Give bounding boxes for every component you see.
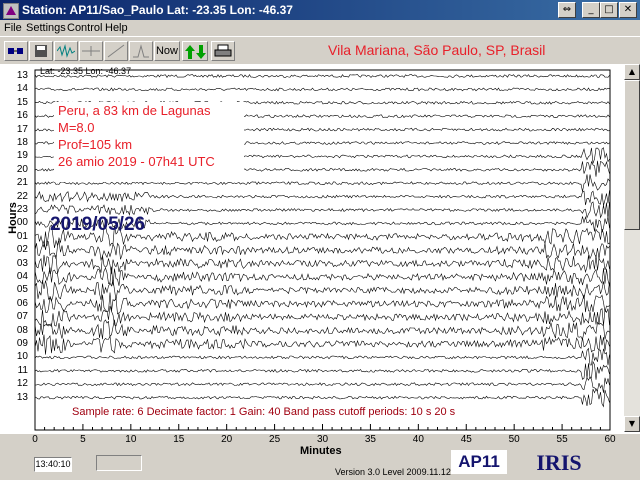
date-stamp: 2019/05/26 — [50, 214, 146, 235]
acquisition-params: Sample rate: 6 Decimate factor: 1 Gain: … — [72, 406, 456, 418]
hour-tick-label: 08 — [16, 324, 28, 336]
minute-tick-label: 20 — [221, 434, 233, 445]
event-location: Peru, a 83 km de Lagunas — [58, 103, 211, 118]
hour-tick-label: 06 — [16, 297, 28, 309]
trace-view-button[interactable] — [54, 41, 78, 61]
minute-tick-label: 45 — [460, 434, 472, 445]
pick-tool-button[interactable] — [79, 41, 103, 61]
close-button[interactable]: ✕ — [619, 2, 637, 18]
hour-tick-label: 14 — [16, 83, 28, 95]
menu-bar: File Settings Control Help — [0, 20, 640, 36]
seismogram-icon — [57, 44, 75, 58]
minute-tick-label: 55 — [556, 434, 568, 445]
title-bar: Station: AP11/Sao_Paulo Lat: -23.35 Lon:… — [0, 0, 640, 20]
spectrum-icon — [133, 44, 149, 58]
minute-tick-label: 25 — [269, 434, 281, 445]
iris-logo: IRIS — [536, 450, 582, 475]
event-depth: Prof=105 km — [58, 137, 133, 152]
hour-tick-label: 10 — [16, 351, 28, 363]
event-time: 26 amio 2019 - 07h41 UTC — [58, 154, 215, 169]
minute-tick-label: 35 — [364, 434, 376, 445]
up-down-arrows-icon — [185, 45, 206, 59]
trace-line — [34, 266, 610, 286]
scroll-down-icon[interactable]: ▼ — [624, 416, 640, 432]
trace-line — [34, 292, 610, 315]
hour-tick-label: 13 — [16, 391, 28, 403]
minute-tick-label: 15 — [173, 434, 185, 445]
trace-line — [34, 376, 610, 393]
disk-icon — [35, 45, 47, 57]
menu-control[interactable]: Control — [67, 22, 102, 34]
status-field — [96, 455, 142, 471]
minute-tick-label: 50 — [508, 434, 520, 445]
hour-tick-label: 15 — [16, 96, 28, 108]
plot-latlon: Lat: -23.35 Lon: -46.37 — [40, 66, 132, 76]
maximize-button[interactable]: □ — [600, 2, 618, 18]
printer-icon — [214, 44, 232, 57]
print-button[interactable] — [211, 41, 235, 61]
station-code-badge: AP11 — [451, 450, 507, 474]
hour-tick-label: 11 — [17, 364, 28, 376]
minute-tick-label: 5 — [80, 434, 86, 445]
minutes-axis-label: Minutes — [300, 445, 342, 457]
trace-line — [34, 87, 610, 92]
hour-tick-label: 21 — [16, 177, 28, 189]
hour-tick-label: 04 — [16, 271, 28, 282]
hour-tick-label: 12 — [16, 378, 28, 390]
menu-file[interactable]: File — [4, 22, 22, 34]
resize-button[interactable]: ⇔ — [558, 2, 576, 18]
minimize-button[interactable]: _ — [582, 2, 600, 18]
vertical-scrollbar[interactable]: ▲ ▼ — [624, 64, 640, 432]
hour-tick-label: 18 — [16, 137, 28, 148]
trace-line — [34, 388, 610, 408]
window-title: Station: AP11/Sao_Paulo Lat: -23.35 Lon:… — [22, 3, 293, 17]
minute-tick-label: 30 — [316, 434, 329, 445]
hour-tick-label: 03 — [16, 257, 28, 269]
event-annotation: Peru, a 83 km de Lagunas M=8.0 Prof=105 … — [54, 102, 244, 182]
hour-tick-label: 01 — [16, 230, 28, 242]
minute-tick-label: 0 — [32, 434, 38, 445]
trace-line — [34, 360, 610, 380]
pick-icon — [82, 46, 100, 56]
hour-tick-label: 13 — [16, 70, 28, 81]
trace-line — [34, 190, 610, 206]
version-label: Version 3.0 Level 2009.11.12 — [335, 467, 451, 477]
hour-tick-label: 07 — [16, 311, 28, 323]
trace-line — [34, 279, 610, 302]
station-select-button[interactable] — [4, 41, 28, 61]
save-button[interactable] — [29, 41, 53, 61]
menu-settings[interactable]: Settings — [26, 22, 66, 34]
hour-tick-label: 09 — [16, 338, 28, 349]
minute-tick-label: 40 — [412, 434, 424, 445]
spectrum-button[interactable] — [129, 41, 153, 61]
trace-line — [34, 319, 610, 341]
hour-tick-label: 23 — [16, 204, 28, 215]
trace-line — [34, 347, 610, 366]
minute-tick-label: 10 — [125, 434, 137, 445]
now-button[interactable]: Now — [154, 41, 180, 61]
station-location-label: Vila Mariana, São Paulo, SP, Brasil — [328, 42, 546, 58]
trace-line — [34, 334, 610, 355]
clock-display: 13:40:10 — [34, 457, 72, 472]
hour-tick-label: 22 — [16, 190, 28, 202]
filter-button[interactable] — [104, 41, 128, 61]
minute-tick-label: 60 — [604, 434, 616, 445]
scroll-up-icon[interactable]: ▲ — [624, 64, 640, 80]
hour-tick-label: 16 — [16, 110, 28, 122]
ramp-icon — [107, 44, 125, 58]
hour-tick-label: 00 — [16, 217, 28, 229]
menu-help[interactable]: Help — [105, 22, 128, 34]
hour-tick-label: 02 — [16, 244, 28, 256]
scroll-arrows-button[interactable] — [182, 41, 208, 61]
station-network-icon — [8, 48, 23, 54]
app-icon — [3, 3, 19, 19]
hour-tick-label: 19 — [16, 150, 28, 162]
hour-tick-label: 20 — [16, 163, 28, 175]
event-magnitude: M=8.0 — [58, 120, 95, 135]
hour-tick-label: 05 — [16, 284, 28, 296]
hour-tick-label: 17 — [16, 123, 28, 135]
trace-line — [34, 240, 610, 261]
scroll-thumb[interactable] — [624, 80, 640, 230]
